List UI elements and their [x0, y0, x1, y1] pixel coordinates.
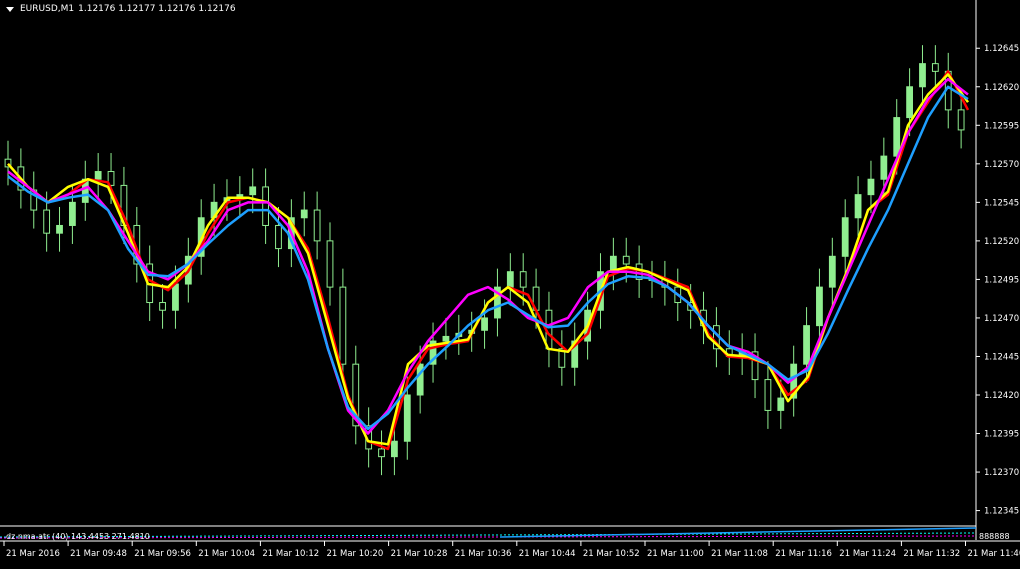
candle-body	[907, 87, 913, 118]
x-tick-label: 21 Mar 11:08	[711, 549, 768, 559]
y-tick-label: 1.12420	[984, 391, 1019, 401]
candle-body	[855, 195, 861, 218]
candle-body	[57, 225, 63, 233]
candle-body	[778, 398, 784, 410]
y-tick-label: 1.12570	[984, 160, 1019, 170]
candle-body	[842, 218, 848, 257]
candle-body	[404, 395, 410, 441]
candle-body	[340, 287, 346, 364]
candle-body	[70, 202, 76, 225]
candle-body	[804, 326, 810, 365]
x-tick-label: 21 Mar 10:04	[198, 549, 255, 559]
chart-window[interactable]: 1.12645 1.12620 1.12595 1.12570 1.12545 1.125…	[0, 0, 1020, 565]
candle-body	[829, 256, 835, 287]
y-tick-label: 1.12645	[984, 44, 1019, 54]
candle-body	[379, 449, 385, 457]
candle-body	[314, 210, 320, 241]
x-tick-label: 21 Mar 11:40	[968, 549, 1020, 559]
indicator-scale-label: 888888	[979, 532, 1010, 541]
candle-body	[443, 336, 449, 341]
symbol-label: EURUSD,M1	[20, 4, 74, 14]
x-tick-label: 21 Mar 11:16	[775, 549, 832, 559]
price-chart[interactable]: 1.12645 1.12620 1.12595 1.12570 1.12545 1.125…	[0, 0, 1020, 565]
x-tick-label: 21 Mar 11:00	[647, 549, 704, 559]
chart-header: EURUSD,M1 1.12176 1.12177 1.12176 1.1217…	[6, 4, 236, 14]
candle-body	[392, 441, 398, 456]
y-tick-label: 1.12445	[984, 352, 1019, 362]
y-tick-label: 1.12370	[984, 468, 1019, 478]
candle-body	[276, 225, 282, 248]
candle-body	[160, 303, 166, 311]
candle-body	[173, 284, 179, 310]
candle-body	[817, 287, 823, 326]
y-tick-label: 1.12595	[984, 121, 1019, 131]
candle-body	[958, 110, 964, 130]
x-tick-label: 21 Mar 09:48	[70, 549, 127, 559]
candle-body	[95, 172, 101, 180]
y-tick-label: 1.12345	[984, 507, 1019, 517]
dropdown-triangle-icon[interactable]	[6, 7, 14, 12]
x-tick-label: 21 Mar 10:36	[455, 549, 512, 559]
candle-body	[881, 156, 887, 179]
y-tick-label: 1.12545	[984, 198, 1019, 208]
candle-body	[44, 210, 50, 233]
x-tick-label: 21 Mar 10:28	[391, 549, 448, 559]
y-tick-label: 1.12470	[984, 314, 1019, 324]
candle-body	[301, 210, 307, 218]
y-tick-label: 1.12395	[984, 430, 1019, 440]
x-tick-label: 21 Mar 10:44	[519, 549, 576, 559]
x-tick-label: 21 Mar 09:56	[134, 549, 191, 559]
x-tick-label: 21 Mar 11:24	[839, 549, 896, 559]
candle-body	[327, 241, 333, 287]
candle-body	[920, 64, 926, 87]
candle-body	[263, 187, 269, 226]
indicator-label: dz nma atr (40) 143.4453 271.4810	[6, 532, 150, 541]
candle-body	[520, 272, 526, 287]
y-tick-label: 1.12495	[984, 275, 1019, 285]
x-tick-label: 21 Mar 11:32	[903, 549, 960, 559]
candle-body	[894, 118, 900, 157]
candle-body	[417, 364, 423, 395]
ohlc-label: 1.12176 1.12177 1.12176 1.12176	[78, 4, 235, 14]
candle-body	[623, 256, 629, 264]
candle-body	[765, 380, 771, 411]
candle-body	[868, 179, 874, 194]
y-tick-label: 1.12620	[984, 83, 1019, 93]
y-tick-label: 1.12520	[984, 237, 1019, 247]
x-tick-label: 21 Mar 10:12	[262, 549, 319, 559]
candle-body	[932, 64, 938, 72]
candle-body	[482, 318, 488, 330]
x-tick-label: 21 Mar 2016	[6, 549, 60, 559]
x-tick-label: 21 Mar 10:20	[327, 549, 384, 559]
x-tick-label: 21 Mar 10:52	[583, 549, 640, 559]
candle-body	[250, 187, 256, 195]
candle-body	[507, 272, 513, 287]
